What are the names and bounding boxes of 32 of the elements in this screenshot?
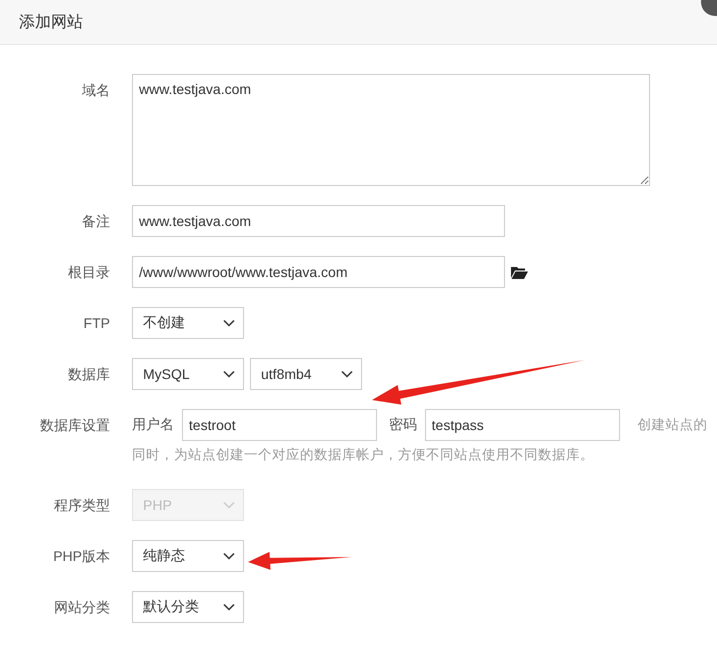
password-field[interactable]: testpass [424, 409, 620, 442]
chevron-icon [223, 603, 235, 612]
field-label: 数据库设置 [39, 416, 110, 435]
dialog-title: 添加网站 [19, 12, 83, 32]
username-label: 用户名 [132, 416, 174, 432]
dropdown[interactable]: 纯静态 [132, 540, 244, 572]
dropdown[interactable]: utf8mb4 [250, 358, 362, 390]
field-label: 根目录 [67, 263, 110, 282]
hint-text: 同时，为站点创建一个对应的数据库帐户，方便不同站点使用不同数据库。 [132, 446, 594, 464]
field-label: 备注 [81, 212, 110, 231]
field-label: 域名 [81, 81, 110, 100]
chevron-icon [223, 501, 235, 510]
password-label: 密码 [388, 416, 417, 432]
field-label: 数据库 [67, 365, 110, 384]
input-field[interactable]: www.testjava.com [132, 205, 505, 237]
folder-icon[interactable] [511, 266, 528, 279]
chevron-icon [341, 370, 353, 378]
dropdown[interactable]: MySQL [132, 358, 244, 390]
close-icon[interactable] [701, 0, 717, 16]
dropdown[interactable]: 不创建 [132, 307, 244, 339]
username-field[interactable]: testroot [182, 409, 377, 442]
field-label: FTP [82, 314, 110, 333]
chevron-icon [223, 319, 235, 327]
chevron-icon [223, 370, 235, 378]
field-label: 程序类型 [53, 496, 110, 516]
dropdown[interactable]: 默认分类 [132, 591, 244, 624]
chevron-icon [223, 552, 235, 560]
domain-field[interactable]: www.testjava.com [132, 74, 650, 186]
hint-text: 创建站点的 [638, 417, 708, 432]
field-label: PHP版本 [52, 547, 110, 566]
field-label: 网站分类 [53, 598, 110, 618]
path-field[interactable]: /www/wwwroot/www.testjava.com [132, 256, 505, 288]
